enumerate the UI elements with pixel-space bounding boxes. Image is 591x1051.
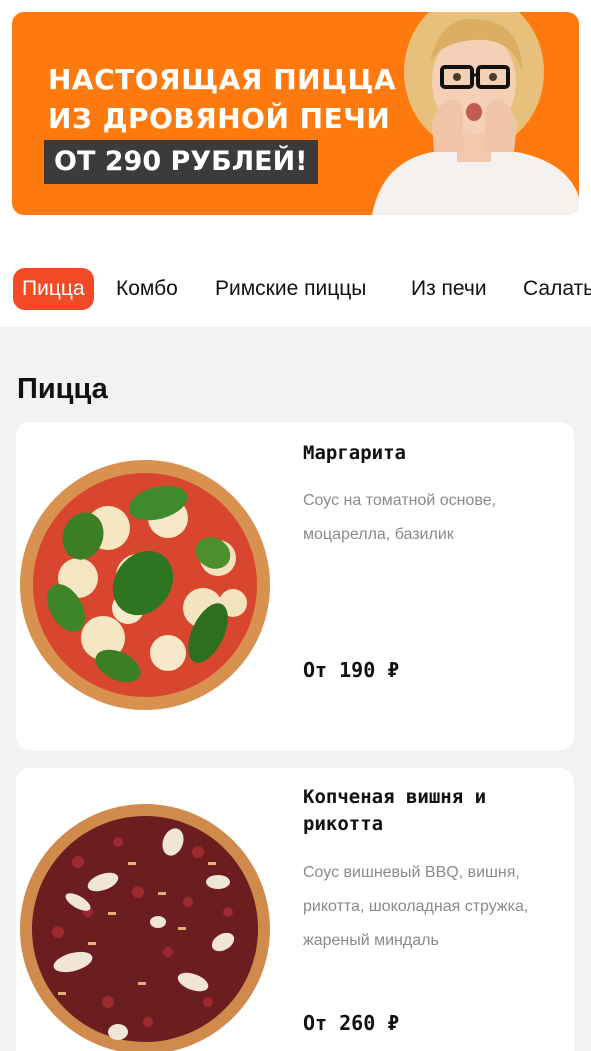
banner-headline-line-1: НАСТОЯЩАЯ ПИЦЦА <box>48 63 397 96</box>
surprised-woman-image <box>372 12 579 215</box>
tab-roman-pizzas[interactable]: Римские пиццы <box>215 268 366 310</box>
description-line: рикотта, шоколадная стружка, <box>303 898 529 915</box>
tab-combo[interactable]: Комбо <box>116 268 178 310</box>
margherita-pizza-image <box>20 460 270 710</box>
description-line: Соус на томатной основе, <box>303 492 497 509</box>
tab-salads[interactable]: Салаты <box>523 268 591 310</box>
description-line: моцарелла, базилик <box>303 526 454 543</box>
product-card[interactable]: Копченая вишня и рикотта Соус вишневый B… <box>16 768 574 1051</box>
header-area: НАСТОЯЩАЯ ПИЦЦА ИЗ ДРОВЯНОЙ ПЕЧИ ОТ 290 … <box>0 0 591 326</box>
product-name: Маргарита <box>303 442 406 464</box>
product-description: Соус на томатной основе, моцарелла, бази… <box>303 484 553 552</box>
section-title: Пицца <box>17 373 108 405</box>
category-tabs: Пицца Комбо Римские пиццы Из печи Салаты <box>0 268 591 312</box>
product-name: Копченая вишня и рикотта <box>303 786 487 835</box>
tab-from-oven[interactable]: Из печи <box>411 268 487 310</box>
description-line: жареный миндаль <box>303 932 439 949</box>
tab-pizza[interactable]: Пицца <box>13 268 94 310</box>
promo-banner[interactable]: НАСТОЯЩАЯ ПИЦЦА ИЗ ДРОВЯНОЙ ПЕЧИ ОТ 290 … <box>12 12 579 215</box>
banner-price-label: ОТ 290 РУБЛЕЙ! <box>44 140 318 184</box>
product-card[interactable]: Маргарита Соус на томатной основе, моцар… <box>16 422 574 750</box>
product-price: От 260 ₽ <box>303 1011 400 1035</box>
product-price: От 190 ₽ <box>303 658 400 682</box>
product-description: Соус вишневый BBQ, вишня, рикотта, шокол… <box>303 856 553 958</box>
cherry-ricotta-pizza-image <box>20 804 270 1051</box>
banner-headline-line-2: ИЗ ДРОВЯНОЙ ПЕЧИ <box>48 102 391 135</box>
description-line: Соус вишневый BBQ, вишня, <box>303 864 520 881</box>
